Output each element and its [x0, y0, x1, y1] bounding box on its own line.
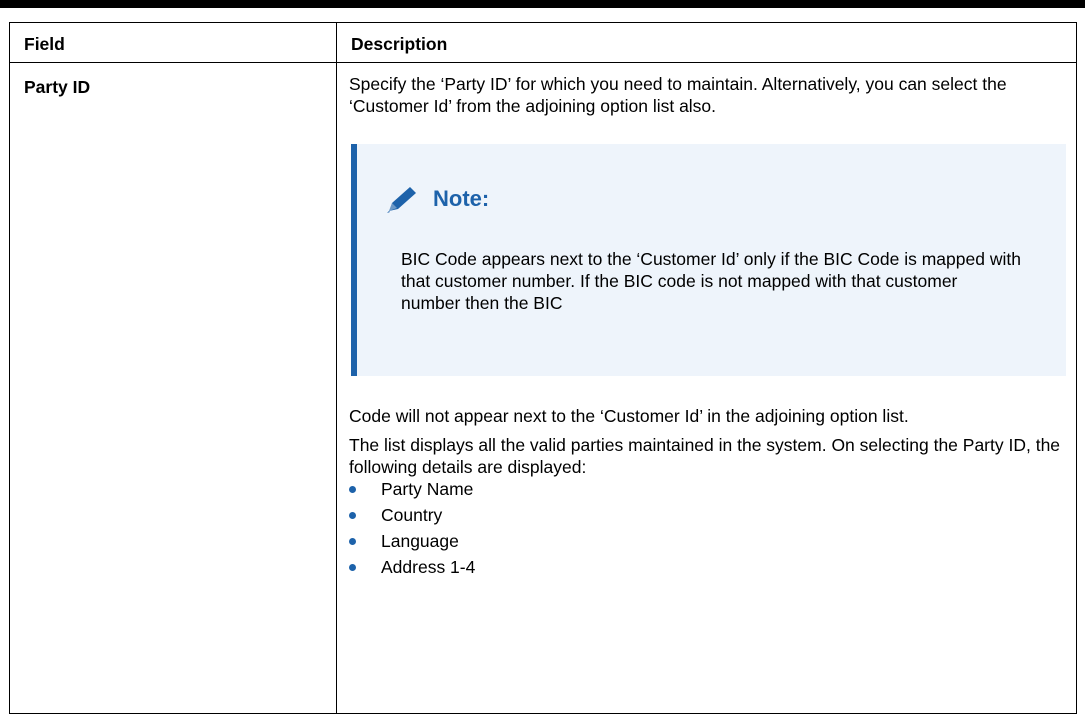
- details-list: Party Name Country Language Address 1-4: [349, 478, 1066, 578]
- list-item: Language: [349, 530, 1066, 552]
- bullet-icon: [349, 564, 356, 571]
- header-description-label: Description: [351, 34, 448, 54]
- description-cell: Specify the ‘Party ID’ for which you nee…: [336, 62, 1077, 714]
- note-title: Note:: [433, 186, 490, 211]
- list-item-label: Country: [381, 505, 443, 525]
- list-item-label: Language: [381, 531, 459, 551]
- field-name: Party ID: [24, 77, 91, 97]
- note-header: Note:: [385, 184, 489, 214]
- bullet-icon: [349, 512, 356, 519]
- field-description-table: Field Description Party ID Specify the ‘…: [9, 22, 1077, 714]
- description-continuation: Code will not appear next to the ‘Custom…: [349, 406, 909, 426]
- table-row: Party ID Specify the ‘Party ID’ for whic…: [9, 62, 1077, 714]
- table-header-row: Field Description: [9, 22, 1077, 63]
- list-item-label: Party Name: [381, 479, 474, 499]
- bullet-icon: [349, 486, 356, 493]
- list-item: Address 1-4: [349, 556, 1066, 578]
- header-cell-field: Field: [9, 22, 337, 63]
- header-field-label: Field: [24, 34, 65, 54]
- note-body: BIC Code appears next to the ‘Customer I…: [401, 249, 1021, 313]
- description-intro: Specify the ‘Party ID’ for which you nee…: [349, 74, 1007, 116]
- header-cell-description: Description: [336, 22, 1077, 63]
- list-item-label: Address 1-4: [381, 557, 476, 577]
- note-callout: Note: BIC Code appears next to the ‘Cust…: [351, 144, 1066, 376]
- bullet-icon: [349, 538, 356, 545]
- list-item: Country: [349, 504, 1066, 526]
- pencil-icon: [385, 184, 421, 214]
- list-item: Party Name: [349, 478, 1066, 500]
- description-list-intro: The list displays all the valid parties …: [349, 435, 1061, 477]
- field-cell: Party ID: [9, 62, 337, 714]
- top-rule: [0, 0, 1085, 8]
